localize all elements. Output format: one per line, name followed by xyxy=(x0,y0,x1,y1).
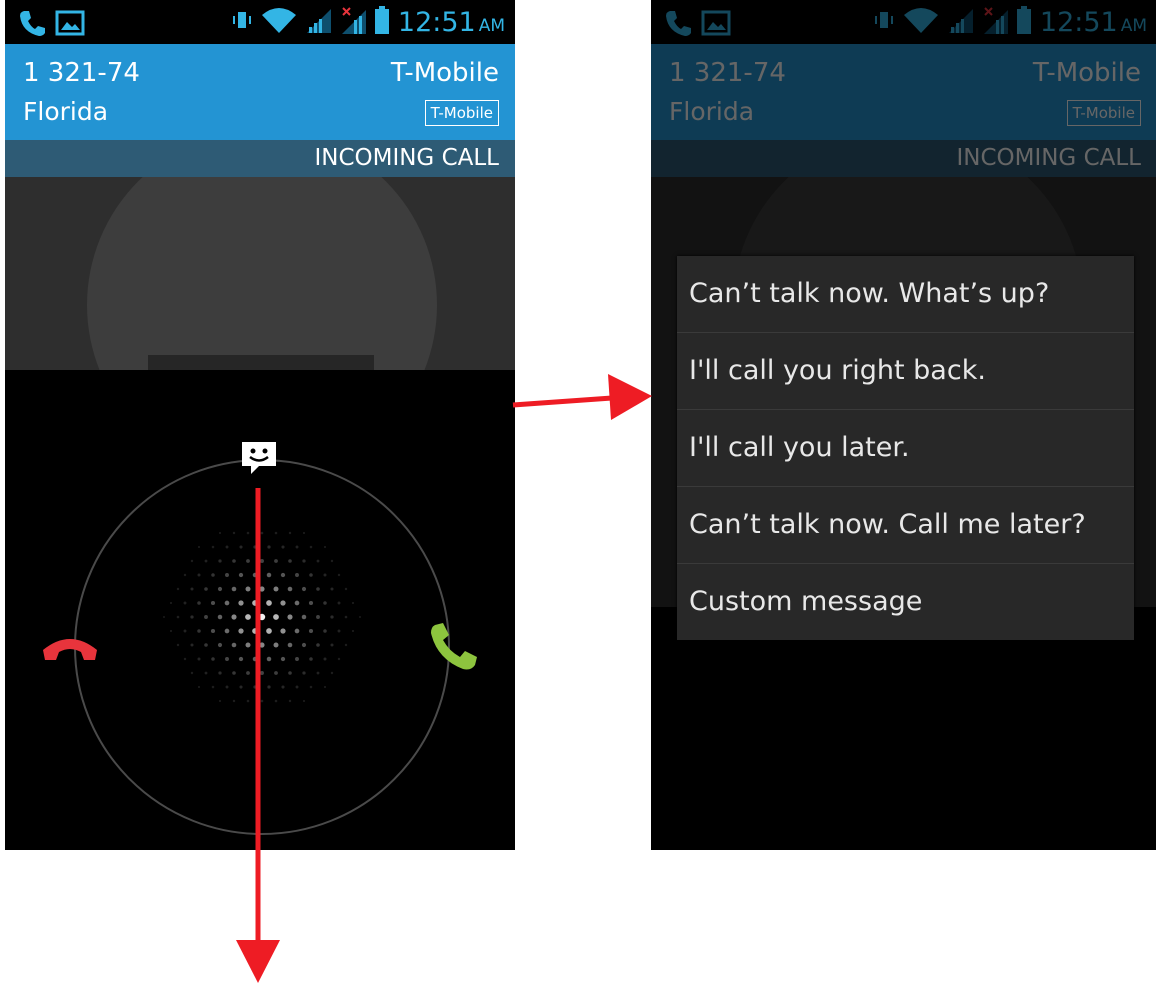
drag-down-arrowhead xyxy=(236,940,280,983)
annotation-arrows xyxy=(236,374,652,983)
transition-arrow xyxy=(512,395,613,408)
transition-arrowhead xyxy=(608,374,652,420)
